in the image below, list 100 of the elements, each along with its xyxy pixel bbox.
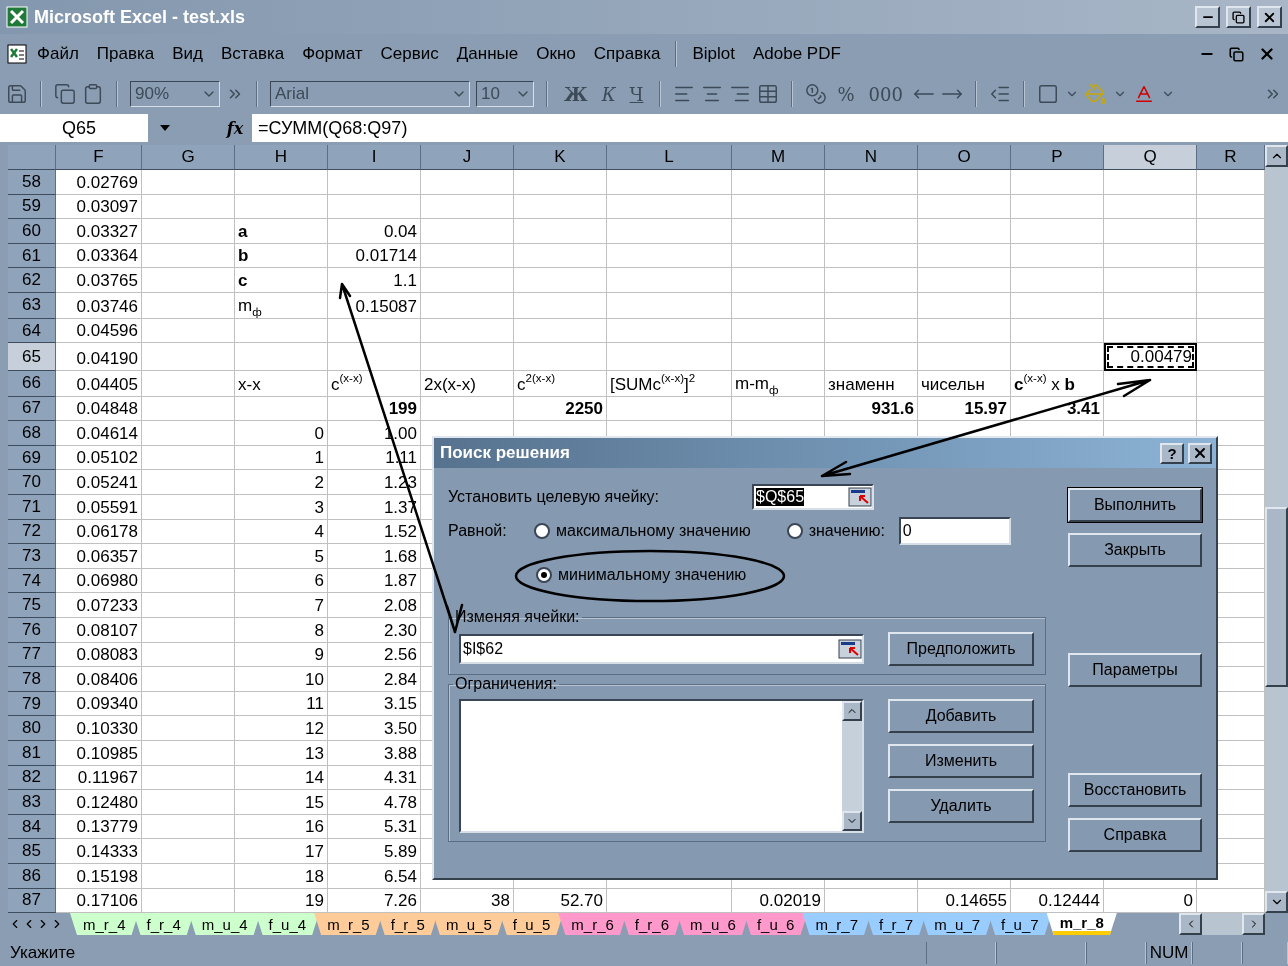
empty-cell[interactable] <box>421 396 514 422</box>
empty-cell[interactable] <box>142 318 235 344</box>
empty-cell[interactable] <box>918 268 1011 293</box>
empty-cell[interactable] <box>142 667 235 692</box>
empty-cell[interactable] <box>514 318 607 344</box>
close-button[interactable] <box>1188 442 1212 464</box>
empty-cell[interactable] <box>142 470 235 496</box>
radio-button[interactable] <box>536 567 552 583</box>
row-header[interactable]: 79 <box>8 691 56 717</box>
empty-cell[interactable] <box>825 318 918 344</box>
radio-button[interactable] <box>786 523 803 539</box>
row-header[interactable]: 60 <box>8 219 56 244</box>
dialog-button[interactable]: Справка <box>1068 818 1202 852</box>
empty-cell[interactable] <box>142 814 235 840</box>
empty-cell[interactable] <box>1104 268 1197 293</box>
menu-item[interactable]: Сервис <box>371 44 448 64</box>
dialog-button[interactable]: Закрыть <box>1068 533 1202 567</box>
empty-cell[interactable] <box>142 370 235 397</box>
empty-cell[interactable] <box>514 243 607 269</box>
empty-cell[interactable] <box>918 219 1011 244</box>
menu-item[interactable]: Файл <box>28 44 88 64</box>
empty-cell[interactable] <box>918 194 1011 220</box>
menu-item[interactable]: Biplot <box>683 44 744 64</box>
dialog-button[interactable]: Выполнить <box>1068 488 1202 522</box>
empty-cell[interactable] <box>328 318 421 344</box>
workbook-icon[interactable] <box>6 43 28 65</box>
guess-button[interactable]: Предположить <box>888 632 1034 666</box>
row-header[interactable]: 75 <box>8 593 56 619</box>
column-header[interactable]: R <box>1197 145 1265 170</box>
row-header[interactable]: 70 <box>8 470 56 496</box>
sheet-tab[interactable]: m_u_5 <box>432 913 505 935</box>
column-header[interactable]: P <box>1011 145 1104 170</box>
empty-cell[interactable] <box>607 243 732 269</box>
empty-cell[interactable] <box>607 170 732 195</box>
restore-icon[interactable] <box>1229 46 1244 62</box>
empty-cell[interactable] <box>142 170 235 195</box>
empty-cell[interactable] <box>142 495 235 520</box>
empty-cell[interactable] <box>142 790 235 815</box>
empty-cell[interactable] <box>607 343 732 371</box>
menu-item[interactable]: Вид <box>163 44 212 64</box>
empty-cell[interactable] <box>142 396 235 422</box>
menu-item[interactable]: Справка <box>584 44 670 64</box>
empty-cell[interactable] <box>607 268 732 293</box>
empty-cell[interactable] <box>142 544 235 569</box>
empty-cell[interactable] <box>142 716 235 741</box>
empty-cell[interactable] <box>142 863 235 889</box>
empty-cell[interactable] <box>1104 243 1197 269</box>
row-header[interactable]: 63 <box>8 292 56 319</box>
column-header[interactable]: N <box>825 145 918 170</box>
empty-cell[interactable] <box>142 519 235 545</box>
row-header[interactable]: 67 <box>8 396 56 422</box>
row-header[interactable]: 85 <box>8 839 56 864</box>
empty-cell[interactable] <box>825 343 918 371</box>
empty-cell[interactable] <box>607 396 732 422</box>
row-header[interactable]: 81 <box>8 741 56 766</box>
restore-button[interactable] <box>1226 6 1251 28</box>
empty-cell[interactable] <box>732 396 825 422</box>
row-header[interactable]: 82 <box>8 765 56 791</box>
empty-cell[interactable] <box>421 170 514 195</box>
row-header[interactable]: 83 <box>8 790 56 815</box>
constraint-button[interactable]: Удалить <box>888 789 1034 823</box>
column-header[interactable]: L <box>607 145 732 170</box>
empty-cell[interactable] <box>514 292 607 319</box>
row-header[interactable]: 84 <box>8 814 56 840</box>
row-header[interactable]: 87 <box>8 888 56 913</box>
vertical-scrollbar[interactable] <box>1265 145 1288 913</box>
dropdown-arrow-icon[interactable] <box>160 125 170 131</box>
help-button[interactable]: ? <box>1160 442 1184 464</box>
empty-cell[interactable] <box>328 170 421 195</box>
row-header[interactable]: 74 <box>8 568 56 594</box>
empty-cell[interactable] <box>142 268 235 293</box>
empty-cell[interactable] <box>1104 292 1197 319</box>
radio-option[interactable]: максимальному значению <box>534 522 751 540</box>
value-field[interactable]: 0 <box>898 517 1011 545</box>
close-button[interactable] <box>1257 6 1282 28</box>
empty-cell[interactable] <box>607 194 732 220</box>
empty-cell[interactable] <box>142 219 235 244</box>
empty-cell[interactable] <box>732 219 825 244</box>
empty-cell[interactable] <box>1011 219 1104 244</box>
empty-cell[interactable] <box>142 343 235 371</box>
constraint-button[interactable]: Добавить <box>888 699 1034 733</box>
menu-item[interactable]: Правка <box>87 44 164 64</box>
empty-cell[interactable] <box>235 318 328 344</box>
empty-cell[interactable] <box>732 343 825 371</box>
empty-cell[interactable] <box>918 318 1011 344</box>
empty-cell[interactable] <box>142 691 235 717</box>
empty-cell[interactable] <box>732 318 825 344</box>
empty-cell[interactable] <box>514 268 607 293</box>
radio-option[interactable]: минимальному значению <box>536 566 747 584</box>
empty-cell[interactable] <box>421 243 514 269</box>
empty-cell[interactable] <box>1104 318 1197 344</box>
row-header[interactable]: 58 <box>8 170 56 195</box>
sheet-tab[interactable]: m_u_6 <box>677 913 749 935</box>
empty-cell[interactable] <box>514 343 607 371</box>
empty-cell[interactable] <box>918 292 1011 319</box>
empty-cell[interactable] <box>825 268 918 293</box>
cell-reference-icon[interactable] <box>838 639 862 659</box>
empty-cell[interactable] <box>142 292 235 319</box>
empty-cell[interactable] <box>142 593 235 619</box>
sheet-tab[interactable]: m_r_7 <box>802 913 871 935</box>
